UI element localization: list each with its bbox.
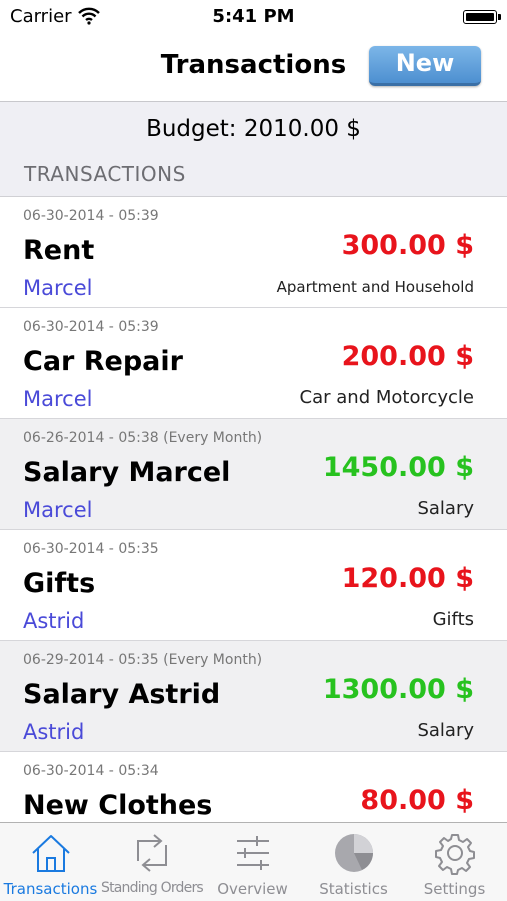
house-icon: [29, 831, 73, 875]
transaction-date: 06-30-2014 - 05:35: [23, 541, 159, 557]
transaction-category: Gifts: [432, 609, 474, 630]
transaction-date: 06-30-2014 - 05:39: [23, 208, 159, 224]
tab-transactions[interactable]: Transactions: [0, 823, 101, 901]
sliders-icon: [231, 831, 275, 875]
transaction-date: 06-30-2014 - 05:39: [23, 319, 159, 335]
transaction-date: 06-29-2014 - 05:35 (Every Month): [23, 652, 263, 668]
transaction-title: Car Repair: [23, 346, 183, 377]
tab-label: Standing Orders: [101, 880, 204, 896]
tab-overview[interactable]: Overview: [202, 823, 303, 901]
transaction-category: Salary: [417, 720, 474, 741]
transaction-date: 06-26-2014 - 05:38 (Every Month): [23, 430, 263, 446]
transaction-person: Marcel: [23, 387, 93, 411]
tab-statistics[interactable]: Statistics: [303, 823, 404, 901]
transaction-category: Car and Motorcycle: [299, 387, 474, 408]
gear-icon: [433, 831, 477, 875]
transaction-title: Salary Astrid: [23, 679, 221, 710]
transaction-amount: 300.00 $: [341, 230, 474, 261]
transactions-list: 06-30-2014 - 05:39 Rent 300.00 $ Marcel …: [0, 197, 507, 863]
status-time: 5:41 PM: [212, 6, 295, 27]
tab-label: Statistics: [319, 880, 388, 898]
section-header: TRANSACTIONS: [0, 156, 507, 197]
tab-bar: Transactions Standing Orders Overview St…: [0, 822, 507, 901]
transaction-title: Rent: [23, 235, 95, 266]
pie-chart-icon: [332, 831, 376, 875]
transaction-amount: 1300.00 $: [322, 674, 474, 705]
tab-settings[interactable]: Settings: [404, 823, 505, 901]
transaction-amount: 200.00 $: [341, 341, 474, 372]
tab-standing-orders[interactable]: Standing Orders: [101, 823, 204, 901]
budget-label: Budget: 2010.00 $: [146, 116, 361, 142]
transaction-row[interactable]: 06-30-2014 - 05:35 Gifts 120.00 $ Astrid…: [0, 530, 507, 641]
tab-label: Overview: [217, 880, 288, 898]
transaction-category: Apartment and Household: [276, 278, 474, 296]
transaction-amount: 1450.00 $: [322, 452, 474, 483]
navigation-bar: Transactions New: [0, 34, 507, 102]
transaction-row[interactable]: 06-30-2014 - 05:39 Rent 300.00 $ Marcel …: [0, 197, 507, 308]
transaction-title: Gifts: [23, 568, 96, 599]
transaction-row[interactable]: 06-26-2014 - 05:38 (Every Month) Salary …: [0, 419, 507, 530]
battery-icon: [463, 10, 501, 24]
transaction-person: Marcel: [23, 276, 93, 300]
repeat-icon: [130, 831, 174, 875]
transaction-person: Astrid: [23, 609, 85, 633]
tab-label: Settings: [423, 880, 486, 898]
transaction-row[interactable]: 06-29-2014 - 05:35 (Every Month) Salary …: [0, 641, 507, 752]
transaction-row[interactable]: 06-30-2014 - 05:39 Car Repair 200.00 $ M…: [0, 308, 507, 419]
new-transaction-button[interactable]: New: [369, 46, 481, 86]
transaction-person: Marcel: [23, 498, 93, 522]
transaction-amount: 80.00 $: [360, 785, 474, 816]
budget-bar: Budget: 2010.00 $: [0, 102, 507, 156]
tab-label: Transactions: [3, 880, 98, 898]
transaction-date: 06-30-2014 - 05:34: [23, 763, 159, 779]
transaction-amount: 120.00 $: [341, 563, 474, 594]
transaction-title: New Clothes: [23, 790, 213, 821]
section-header-label: TRANSACTIONS: [24, 162, 186, 186]
status-bar: Carrier 5:41 PM: [0, 0, 507, 34]
transaction-person: Astrid: [23, 720, 85, 744]
transaction-category: Salary: [417, 498, 474, 519]
transaction-title: Salary Marcel: [23, 457, 231, 488]
